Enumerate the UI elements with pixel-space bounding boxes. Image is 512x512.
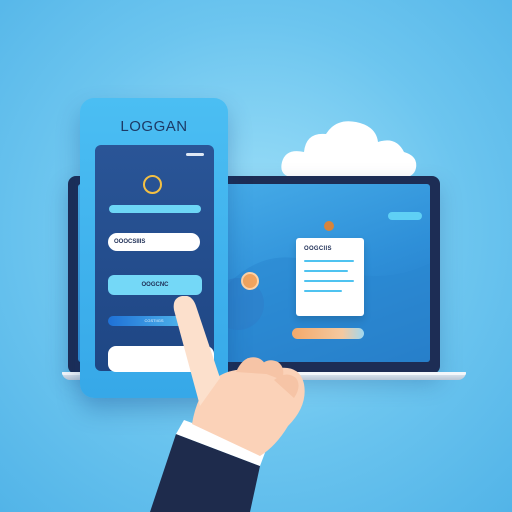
header-bar (109, 205, 201, 213)
login-button[interactable]: OOGCNC (108, 275, 202, 295)
pointing-hand-icon (150, 296, 305, 512)
card-line (304, 260, 354, 262)
status-dot (241, 272, 259, 290)
card-line (304, 280, 354, 282)
app-title: LOGGAN (120, 118, 188, 135)
card-line (304, 270, 348, 272)
pin-icon (324, 221, 334, 231)
card-line (304, 290, 342, 292)
username-field[interactable]: OOOCSIIIS (108, 233, 200, 251)
cloud-icon (281, 121, 417, 178)
ring-icon (143, 175, 162, 194)
notch (186, 153, 204, 156)
screen-header-pill (388, 212, 422, 220)
card-title: OOGCIIS (304, 246, 332, 252)
